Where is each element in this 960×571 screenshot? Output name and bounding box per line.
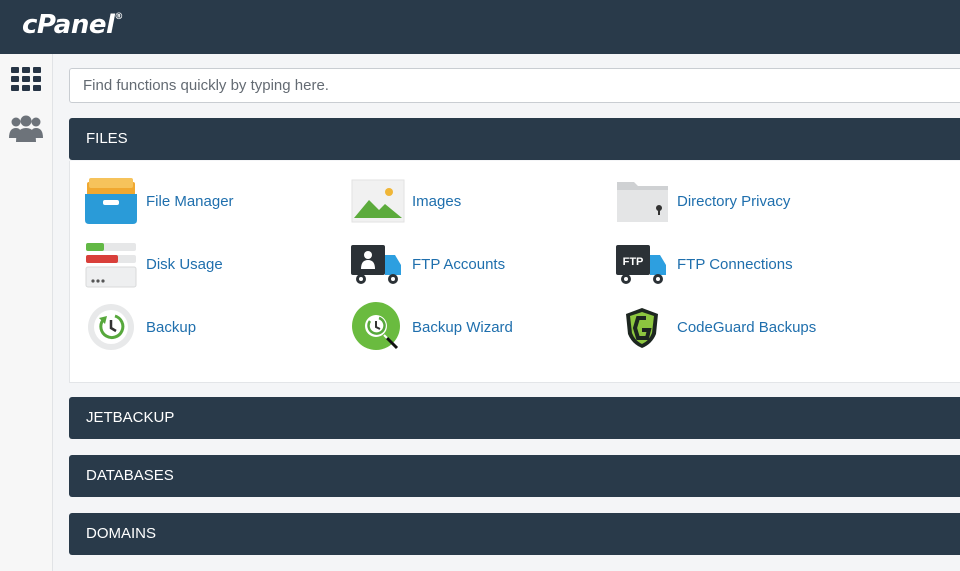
file-manager-icon (85, 176, 139, 226)
grid-icon (11, 67, 41, 91)
item-label: CodeGuard Backups (677, 318, 817, 336)
item-label: FTP Connections (677, 255, 793, 273)
search-input[interactable] (69, 68, 960, 103)
cpanel-logo[interactable]: cPanel® (22, 10, 123, 40)
section-body-files: File Manager Images Directory Privacy Di… (69, 161, 960, 383)
item-ftp-accounts[interactable]: FTP Accounts (351, 239, 505, 289)
ftp-accounts-icon (351, 239, 405, 289)
item-label: Backup Wizard (412, 318, 513, 336)
ftp-connections-icon: FTP (616, 239, 670, 289)
section-header-files[interactable]: FILES (69, 118, 960, 160)
svg-text:FTP: FTP (623, 256, 644, 268)
codeguard-icon (616, 302, 670, 352)
item-directory-privacy[interactable]: Directory Privacy (616, 176, 790, 226)
item-backup[interactable]: Backup (85, 302, 196, 352)
item-codeguard-backups[interactable]: CodeGuard Backups (616, 302, 816, 352)
item-label: Directory Privacy (677, 192, 791, 210)
item-disk-usage[interactable]: Disk Usage (85, 239, 223, 289)
directory-privacy-icon (616, 176, 670, 226)
item-label: FTP Accounts (412, 255, 506, 273)
sidebar-item-users[interactable] (8, 111, 44, 147)
users-icon (9, 115, 43, 142)
disk-usage-icon (85, 239, 139, 289)
item-label: Backup (146, 318, 197, 336)
logo-trademark: ® (114, 12, 123, 22)
item-file-manager[interactable]: File Manager (85, 176, 234, 226)
sidebar-item-tools[interactable] (8, 61, 44, 97)
sidebar (0, 54, 53, 571)
section-header-databases[interactable]: DATABASES (69, 455, 960, 497)
section-header-domains[interactable]: DOMAINS (69, 513, 960, 555)
images-icon (351, 176, 405, 226)
item-label: File Manager (146, 192, 234, 210)
backup-wizard-icon (351, 302, 405, 352)
item-ftp-connections[interactable]: FTP FTP Connections (616, 239, 793, 289)
backup-icon (85, 302, 139, 352)
logo-text: cPanel (22, 10, 115, 40)
section-header-jetbackup[interactable]: JETBACKUP (69, 397, 960, 439)
item-label: Disk Usage (146, 255, 223, 273)
item-images[interactable]: Images (351, 176, 461, 226)
top-bar: cPanel® (0, 0, 960, 54)
item-backup-wizard[interactable]: Backup Wizard (351, 302, 513, 352)
main-content: FILES File Manager Ima (68, 54, 960, 571)
item-label: Images (412, 192, 462, 210)
